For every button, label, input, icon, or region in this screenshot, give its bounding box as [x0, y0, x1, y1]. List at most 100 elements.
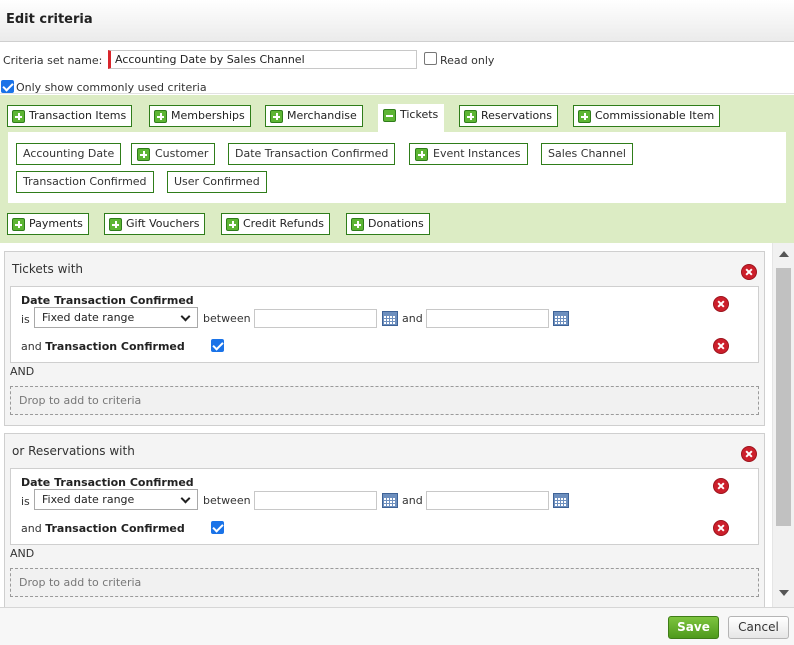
field-label: User Confirmed	[174, 175, 260, 188]
criteria-group-reservations: or Reservations with Date Transaction Co…	[4, 433, 765, 607]
scroll-down-icon[interactable]	[779, 590, 789, 596]
tab-label: Merchandise	[287, 109, 357, 122]
expand-icon	[415, 148, 428, 161]
tickets-field-panel: Accounting Date Customer Date Transactio…	[8, 132, 786, 203]
expand-icon	[464, 110, 477, 123]
tab-transaction-items[interactable]: Transaction Items	[7, 105, 133, 127]
connector-label: AND	[10, 365, 35, 378]
operator-value: Fixed date range	[42, 493, 135, 506]
tab-label: Credit Refunds	[243, 217, 325, 230]
expand-icon	[270, 110, 283, 123]
common-criteria-row: Only show commonly used criteria	[0, 78, 794, 94]
and-label: and	[402, 312, 423, 325]
dialog-header: Edit criteria	[0, 0, 794, 42]
tab-label: Payments	[29, 217, 83, 230]
expand-icon	[12, 218, 25, 231]
tab-commissionable-item[interactable]: Commissionable Item	[573, 105, 721, 127]
between-label: between	[203, 312, 251, 325]
remove-rule-icon[interactable]	[713, 478, 729, 494]
expand-icon	[154, 110, 167, 123]
chevron-down-icon	[180, 311, 191, 322]
field-label: Sales Channel	[548, 147, 626, 160]
to-date-input[interactable]	[426, 491, 549, 510]
rule-box: Date Transaction Confirmed is Fixed date…	[10, 468, 759, 545]
criteria-name-label: Criteria set name:	[3, 54, 103, 67]
from-date-input[interactable]	[254, 491, 377, 510]
rule-field-label: Date Transaction Confirmed	[21, 476, 194, 489]
field-label: Transaction Confirmed	[23, 175, 147, 188]
chevron-down-icon	[180, 493, 191, 504]
calendar-icon[interactable]	[382, 311, 398, 326]
field-transaction-confirmed[interactable]: Transaction Confirmed	[16, 171, 154, 193]
second-field-label: Transaction Confirmed	[45, 522, 185, 535]
field-label: Date Transaction Confirmed	[235, 147, 389, 160]
common-criteria-label: Only show commonly used criteria	[16, 81, 207, 94]
tab-memberships[interactable]: Memberships	[149, 105, 251, 127]
scroll-thumb[interactable]	[776, 268, 791, 526]
field-event-instances[interactable]: Event Instances	[409, 143, 528, 165]
field-user-confirmed[interactable]: User Confirmed	[167, 171, 267, 193]
field-label: Event Instances	[433, 147, 521, 160]
save-button[interactable]: Save	[668, 616, 719, 639]
dialog-footer: Save Cancel	[0, 607, 794, 645]
calendar-icon[interactable]	[553, 311, 569, 326]
rule-is-label: is	[21, 495, 30, 508]
calendar-icon[interactable]	[553, 493, 569, 508]
tab-donations[interactable]: Donations	[346, 213, 430, 235]
tab-label: Reservations	[481, 109, 552, 122]
remove-rule-icon[interactable]	[713, 338, 729, 354]
to-date-input[interactable]	[426, 309, 549, 328]
criteria-group-tickets: Tickets with Date Transaction Confirmed …	[4, 251, 765, 426]
tab-payments[interactable]: Payments	[7, 213, 89, 235]
vertical-scrollbar[interactable]	[772, 243, 794, 607]
and-label: and	[402, 494, 423, 507]
remove-group-icon[interactable]	[741, 264, 757, 280]
criteria-groups-area: Tickets with Date Transaction Confirmed …	[0, 243, 794, 607]
remove-rule-icon[interactable]	[713, 520, 729, 536]
expand-icon	[578, 110, 591, 123]
second-rule-label: and Transaction Confirmed	[21, 340, 185, 353]
expand-icon	[12, 110, 25, 123]
operator-value: Fixed date range	[42, 311, 135, 324]
second-rule-label: and Transaction Confirmed	[21, 522, 185, 535]
scroll-up-icon[interactable]	[779, 251, 789, 257]
tab-tickets[interactable]: Tickets	[378, 104, 445, 134]
expand-icon	[109, 218, 122, 231]
field-sales-channel[interactable]: Sales Channel	[541, 143, 633, 165]
criteria-name-input[interactable]	[108, 50, 417, 69]
tab-gift-vouchers[interactable]: Gift Vouchers	[104, 213, 206, 235]
criteria-name-row: Criteria set name: Read only	[0, 48, 794, 74]
between-label: between	[203, 494, 251, 507]
connector-label: AND	[10, 547, 35, 560]
tab-reservations[interactable]: Reservations	[459, 105, 558, 127]
dialog-title: Edit criteria	[6, 12, 93, 27]
drop-zone[interactable]: Drop to add to criteria	[10, 386, 759, 415]
calendar-icon[interactable]	[382, 493, 398, 508]
operator-select[interactable]: Fixed date range	[34, 307, 198, 328]
field-date-transaction-confirmed[interactable]: Date Transaction Confirmed	[228, 143, 396, 165]
from-date-input[interactable]	[254, 309, 377, 328]
and-prefix: and	[21, 340, 42, 353]
expand-icon	[137, 148, 150, 161]
read-only-checkbox[interactable]	[424, 52, 437, 65]
field-customer[interactable]: Customer	[131, 143, 216, 165]
expand-icon	[226, 218, 239, 231]
and-prefix: and	[21, 522, 42, 535]
operator-select[interactable]: Fixed date range	[34, 489, 198, 510]
tab-merchandise[interactable]: Merchandise	[265, 105, 363, 127]
read-only-label: Read only	[440, 54, 495, 67]
drop-zone[interactable]: Drop to add to criteria	[10, 568, 759, 597]
remove-group-icon[interactable]	[741, 446, 757, 462]
tab-label: Gift Vouchers	[126, 217, 200, 230]
transaction-confirmed-checkbox[interactable]	[211, 521, 224, 534]
second-field-label: Transaction Confirmed	[45, 340, 185, 353]
tab-label: Memberships	[171, 109, 245, 122]
tab-label: Commissionable Item	[595, 109, 715, 122]
common-criteria-checkbox[interactable]	[1, 80, 14, 93]
remove-rule-icon[interactable]	[713, 296, 729, 312]
transaction-confirmed-checkbox[interactable]	[211, 339, 224, 352]
field-accounting-date[interactable]: Accounting Date	[16, 143, 122, 165]
field-label: Customer	[155, 147, 209, 160]
cancel-button[interactable]: Cancel	[728, 616, 789, 639]
tab-credit-refunds[interactable]: Credit Refunds	[221, 213, 331, 235]
